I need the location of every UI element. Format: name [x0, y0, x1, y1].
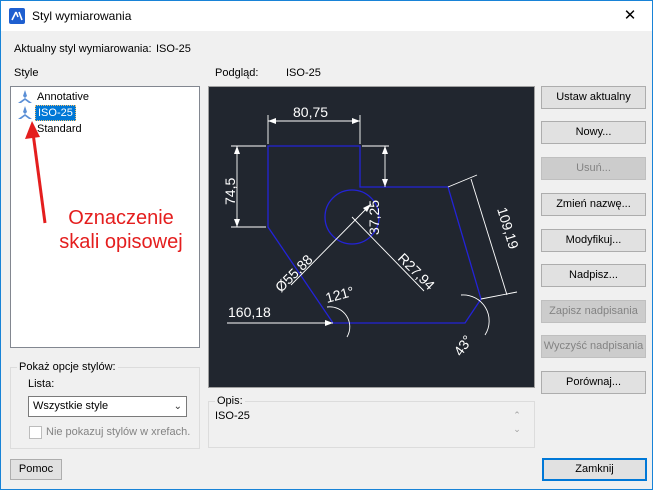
preview-label: Podgląd:: [215, 67, 259, 79]
description-text: ISO-25: [215, 410, 250, 422]
annotation-line-2: skali opisowej: [59, 231, 183, 253]
dim-top-text: 80,75: [293, 104, 328, 120]
dimension-style-dialog: Styl wymiarowania ✕ Aktualny styl wymiar…: [0, 0, 653, 490]
styles-header: Style: [14, 67, 39, 79]
current-style-label: Aktualny styl wymiarowania:: [14, 43, 152, 55]
modify-button[interactable]: Modyfikuj...: [541, 229, 646, 252]
hide-xref-styles-label: Nie pokazuj stylów w xrefach.: [46, 426, 191, 438]
annotation-line-1: Oznaczenie: [68, 207, 174, 229]
close-icon[interactable]: ✕: [608, 1, 652, 31]
style-item-label: Annotative: [37, 91, 89, 103]
dim-left-text: 74,5: [222, 178, 238, 205]
style-options-legend: Pokaż opcje stylów:: [17, 361, 118, 373]
save-overrides-button[interactable]: Zapisz nadpisania: [541, 300, 646, 323]
style-list-select[interactable]: Wszystkie style ⌄: [28, 396, 187, 417]
scroll-up-icon[interactable]: ⌃: [510, 408, 524, 422]
dim-inner-text: 37,25: [366, 200, 382, 235]
dim-angle-text: 121°: [324, 283, 356, 306]
window-title: Styl wymiarowania: [32, 9, 132, 23]
style-item-annotative[interactable]: Annotative: [15, 89, 91, 105]
set-current-button[interactable]: Ustaw aktualny: [541, 86, 646, 109]
title-bar: Styl wymiarowania ✕: [1, 1, 652, 31]
annotative-scale-icon: [15, 89, 35, 105]
hide-xref-styles-checkbox[interactable]: [29, 426, 42, 439]
chevron-down-icon: ⌄: [173, 401, 182, 412]
preview-canvas: 80,75 74,5 37,25 109,19 Ø55,88 R27,94 12…: [208, 86, 535, 388]
scroll-down-icon[interactable]: ⌄: [510, 422, 524, 436]
style-list-value: Wszystkie style: [33, 400, 109, 412]
current-style-value: ISO-25: [156, 43, 191, 55]
description-scrollbar[interactable]: ⌃ ⌄: [510, 408, 524, 438]
preview-style-name: ISO-25: [286, 67, 321, 79]
annotation-text: Oznaczenie skali opisowej: [51, 206, 191, 254]
preview-drawing: 80,75 74,5 37,25 109,19 Ø55,88 R27,94 12…: [222, 104, 522, 359]
new-button[interactable]: Nowy...: [541, 121, 646, 144]
app-icon: [9, 8, 25, 24]
list-label: Lista:: [28, 378, 55, 390]
dim-corner-angle-text: 43°: [450, 332, 475, 359]
clear-overrides-button[interactable]: Wyczyść nadpisania: [541, 335, 646, 358]
compare-button[interactable]: Porównaj...: [541, 371, 646, 394]
help-button[interactable]: Pomoc: [10, 459, 62, 480]
dim-radius-text: R27,94: [395, 250, 438, 293]
dim-bottom-text: 160,18: [228, 304, 271, 320]
rename-button[interactable]: Zmień nazwę...: [541, 193, 646, 216]
close-button[interactable]: Zamknij: [542, 458, 647, 481]
preview-arrowheads: [234, 118, 388, 326]
override-button[interactable]: Nadpisz...: [541, 264, 646, 287]
delete-button[interactable]: Usuń...: [541, 157, 646, 180]
dim-right-text: 109,19: [494, 205, 522, 251]
description-legend: Opis:: [215, 395, 245, 407]
description-group: Opis:: [208, 395, 535, 448]
